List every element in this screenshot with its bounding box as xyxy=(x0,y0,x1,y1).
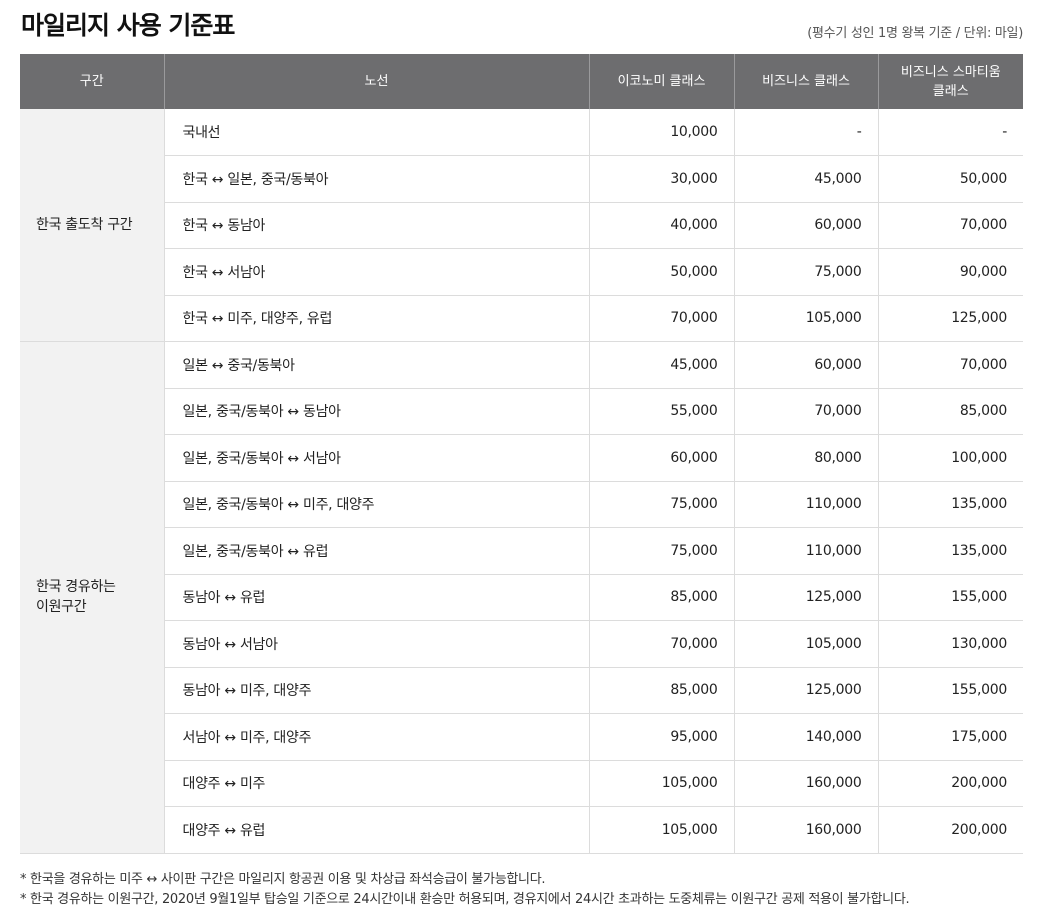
footnote: * 한국 경유하는 이원구간, 2020년 9월1일부 탑승일 기준으로 24시… xyxy=(20,892,910,907)
table-row: 대양주 ↔ 미주 105,000 160,000 200,000 xyxy=(20,759,1023,807)
business-cell: 105,000 xyxy=(733,294,878,342)
smartium-cell: - xyxy=(877,109,1023,156)
route-cell: 국내선 xyxy=(163,109,589,156)
smartium-cell: 70,000 xyxy=(877,341,1023,388)
business-cell: 105,000 xyxy=(733,620,878,667)
economy-cell: 75,000 xyxy=(588,480,734,528)
route-cell: 일본, 중국/동북아 ↔ 미주, 대양주 xyxy=(163,480,589,528)
smartium-cell: 70,000 xyxy=(877,201,1023,249)
table-row: 서남아 ↔ 미주, 대양주 95,000 140,000 175,000 xyxy=(20,713,1023,760)
table-body: 한국 출도착 구간 국내선 10,000- - 한국 ↔ 일본, 중국/동북아 30,00… xyxy=(20,109,1023,853)
route-cell: 일본, 중국/동북아 ↔ 서남아 xyxy=(163,434,589,481)
table-row: 대양주 ↔ 유럽 105,000 160,000 200,000 xyxy=(20,806,1023,853)
table-row: 동남아 ↔ 유럽 85,000 125,000 155,000 xyxy=(20,573,1023,621)
route-cell: 동남아 ↔ 유럽 xyxy=(163,573,589,621)
smartium-cell: 50,000 xyxy=(877,155,1023,202)
route-cell: 대양주 ↔ 유럽 xyxy=(163,806,589,853)
economy-cell: 105,000 xyxy=(588,759,734,807)
business-cell: 60,000 xyxy=(733,201,878,249)
header-economy: 이코노미 클래스 xyxy=(588,54,734,109)
table-row: 일본, 중국/동북아 ↔ 미주, 대양주 75,000 110,000 135,000 xyxy=(20,480,1023,528)
economy-cell: 105,000 xyxy=(588,806,734,853)
table-row: 일본, 중국/동북아 ↔ 유럽 75,000 110,000 135,000 xyxy=(20,527,1023,574)
economy-cell: 60,000 xyxy=(588,434,734,481)
economy-cell: 85,000 xyxy=(588,573,734,621)
economy-cell: 95,000 xyxy=(588,713,734,760)
business-cell: 75,000 xyxy=(733,248,878,295)
smartium-cell: 155,000 xyxy=(877,573,1023,621)
economy-cell: 40,000 xyxy=(588,201,734,249)
route-cell: 대양주 ↔ 미주 xyxy=(163,759,589,807)
business-cell: 125,000 xyxy=(733,666,878,714)
header-smartium-label: 비즈니스 스마티움 클래스 xyxy=(900,64,1001,99)
smartium-cell: 90,000 xyxy=(877,248,1023,295)
section-label: 한국 경유하는 이원구간 xyxy=(20,341,164,853)
header-section: 구간 xyxy=(20,54,164,109)
smartium-cell: 200,000 xyxy=(877,759,1023,807)
business-cell: - xyxy=(733,109,878,156)
route-cell: 한국 ↔ 동남아 xyxy=(163,201,589,249)
page-title: 마일리지 사용 기준표 xyxy=(21,11,235,40)
route-cell: 한국 ↔ 일본, 중국/동북아 xyxy=(163,155,589,202)
header-smartium: 비즈니스 스마티움 클래스 xyxy=(877,54,1023,109)
business-cell: 60,000 xyxy=(733,341,878,388)
business-cell: 45,000 xyxy=(733,155,878,202)
footnotes: * 한국을 경유하는 미주 ↔ 사이판 구간은 마일리지 항공권 이용 및 차상… xyxy=(20,870,910,910)
business-cell: 125,000 xyxy=(733,573,878,621)
smartium-cell: 85,000 xyxy=(877,387,1023,435)
economy-cell: 70,000 xyxy=(588,294,734,342)
business-cell: 70,000 xyxy=(733,387,878,435)
smartium-cell: 135,000 xyxy=(877,480,1023,528)
route-cell: 동남아 ↔ 미주, 대양주 xyxy=(163,666,589,714)
business-cell: 80,000 xyxy=(733,434,878,481)
table-row: 한국 경유하는 이원구간 일본 ↔ 중국/동북아 45,000 60,000 70,00… xyxy=(20,341,1023,853)
route-cell: 일본, 중국/동북아 ↔ 동남아 xyxy=(163,387,589,435)
table-row: 한국 출도착 구간 국내선 10,000- - xyxy=(20,109,1023,342)
table-row: 한국 ↔ 서남아 50,000 75,000 90,000 xyxy=(20,248,1023,295)
smartium-cell: 175,000 xyxy=(877,713,1023,760)
footnote: * 한국을 경유하는 미주 ↔ 사이판 구간은 마일리지 항공권 이용 및 차상… xyxy=(20,872,546,887)
business-cell: 110,000 xyxy=(733,480,878,528)
route-cell: 일본, 중국/동북아 ↔ 유럽 xyxy=(163,527,589,574)
business-cell: 140,000 xyxy=(733,713,878,760)
economy-cell: 45,000 xyxy=(588,341,734,388)
mileage-table: 구간 노선 이코노미 클래스 비즈니스 클래스 비즈니스 스마티움 클래스 한국… xyxy=(20,54,1023,854)
header-route: 노선 xyxy=(163,54,589,109)
business-cell: 110,000 xyxy=(733,527,878,574)
smartium-cell: 135,000 xyxy=(877,527,1023,574)
table-row: 동남아 ↔ 미주, 대양주 85,000 125,000 155,000 xyxy=(20,666,1023,714)
table-row: 한국 ↔ 일본, 중국/동북아 30,000 45,000 50,000 xyxy=(20,155,1023,202)
smartium-cell: 155,000 xyxy=(877,666,1023,714)
route-cell: 한국 ↔ 서남아 xyxy=(163,248,589,295)
economy-cell: 70,000 xyxy=(588,620,734,667)
route-cell: 서남아 ↔ 미주, 대양주 xyxy=(163,713,589,760)
section-label: 한국 출도착 구간 xyxy=(20,109,164,342)
table-row: 한국 ↔ 미주, 대양주, 유럽 70,000 105,000 125,000 xyxy=(20,294,1023,342)
route-cell: 동남아 ↔ 서남아 xyxy=(163,620,589,667)
business-cell: 160,000 xyxy=(733,806,878,853)
table-header: 구간 노선 이코노미 클래스 비즈니스 클래스 비즈니스 스마티움 클래스 xyxy=(20,54,1023,109)
smartium-cell: 100,000 xyxy=(877,434,1023,481)
smartium-cell: 130,000 xyxy=(877,620,1023,667)
table-row: 동남아 ↔ 서남아 70,000 105,000 130,000 xyxy=(20,620,1023,667)
table-row: 한국 ↔ 동남아 40,000 60,000 70,000 xyxy=(20,201,1023,249)
table-row: 일본, 중국/동북아 ↔ 서남아 60,000 80,000 100,000 xyxy=(20,434,1023,481)
economy-cell: 10,000 xyxy=(588,109,734,156)
economy-cell: 30,000 xyxy=(588,155,734,202)
page: 마일리지 사용 기준표 (평수기 성인 1명 왕복 기준 / 단위: 마일) 구… xyxy=(0,0,1052,922)
unit-note: (평수기 성인 1명 왕복 기준 / 단위: 마일) xyxy=(807,26,1023,41)
economy-cell: 55,000 xyxy=(588,387,734,435)
smartium-cell: 125,000 xyxy=(877,294,1023,342)
economy-cell: 50,000 xyxy=(588,248,734,295)
smartium-cell: 200,000 xyxy=(877,806,1023,853)
economy-cell: 85,000 xyxy=(588,666,734,714)
route-cell: 한국 ↔ 미주, 대양주, 유럽 xyxy=(163,294,589,342)
table-row: 일본, 중국/동북아 ↔ 동남아 55,000 70,000 85,000 xyxy=(20,387,1023,435)
business-cell: 160,000 xyxy=(733,759,878,807)
route-cell: 일본 ↔ 중국/동북아 xyxy=(163,341,589,388)
header-business: 비즈니스 클래스 xyxy=(733,54,878,109)
economy-cell: 75,000 xyxy=(588,527,734,574)
